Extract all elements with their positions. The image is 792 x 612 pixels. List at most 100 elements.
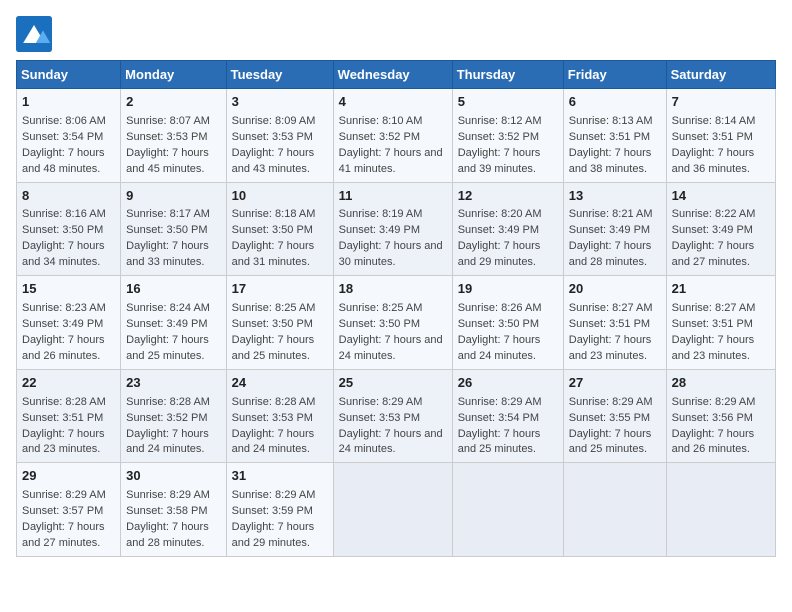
- sunset: Sunset: 3:50 PM: [232, 224, 313, 236]
- sunset: Sunset: 3:53 PM: [232, 412, 313, 424]
- day-number: 30: [126, 467, 220, 486]
- day-number: 31: [232, 467, 328, 486]
- calendar-cell: 24Sunrise: 8:28 AMSunset: 3:53 PMDayligh…: [226, 369, 333, 463]
- calendar-cell: 13Sunrise: 8:21 AMSunset: 3:49 PMDayligh…: [563, 182, 666, 276]
- calendar-cell: 23 Sunrise: 8:28 AM Sunset: 3:52 PM Dayligh…: [121, 369, 226, 463]
- sunset: Sunset: 3:59 PM: [232, 505, 313, 517]
- daylight: Daylight: 7 hours and 33 minutes.: [126, 240, 209, 268]
- sunrise: Sunrise: 8:12 AM: [458, 115, 542, 127]
- daylight: Daylight: 7 hours and 29 minutes.: [232, 521, 315, 549]
- daylight: Daylight: 7 hours and 36 minutes.: [672, 147, 755, 175]
- sunrise: Sunrise: 8:09 AM: [232, 115, 316, 127]
- day-number: 27: [569, 374, 661, 393]
- calendar-cell: 1Sunrise: 8:06 AMSunset: 3:54 PMDaylight…: [17, 89, 121, 183]
- calendar-cell: 17Sunrise: 8:25 AMSunset: 3:50 PMDayligh…: [226, 276, 333, 370]
- day-number: 16: [126, 280, 220, 299]
- calendar-header-tuesday: Tuesday: [226, 61, 333, 89]
- sunrise: Sunrise: 8:20 AM: [458, 208, 542, 220]
- calendar-cell: 14Sunrise: 8:22 AMSunset: 3:49 PMDayligh…: [666, 182, 775, 276]
- sunset: Sunset: 3:51 PM: [672, 131, 753, 143]
- daylight: Daylight: 7 hours and 23 minutes.: [569, 334, 652, 362]
- day-number: 14: [672, 187, 770, 206]
- calendar-cell: 22Sunrise: 8:28 AMSunset: 3:51 PMDayligh…: [17, 369, 121, 463]
- sunrise: Sunrise: 8:28 AM: [126, 396, 210, 408]
- calendar-cell: 29 Sunrise: 8:29 AM Sunset: 3:57 PM Dayligh…: [17, 463, 121, 557]
- sunset: Sunset: 3:50 PM: [22, 224, 103, 236]
- sunset: Sunset: 3:50 PM: [458, 318, 539, 330]
- calendar-week-1: 1Sunrise: 8:06 AMSunset: 3:54 PMDaylight…: [17, 89, 776, 183]
- sunrise: Sunrise: 8:21 AM: [569, 208, 653, 220]
- day-number: 9: [126, 187, 220, 206]
- sunset: Sunset: 3:51 PM: [22, 412, 103, 424]
- daylight: Daylight: 7 hours and 45 minutes.: [126, 147, 209, 175]
- sunrise: Sunrise: 8:25 AM: [339, 302, 423, 314]
- calendar-body: 1Sunrise: 8:06 AMSunset: 3:54 PMDaylight…: [17, 89, 776, 557]
- calendar-cell: 31Sunrise: 8:29 AMSunset: 3:59 PMDayligh…: [226, 463, 333, 557]
- day-number: 3: [232, 93, 328, 112]
- sunset: Sunset: 3:49 PM: [339, 224, 420, 236]
- sunset: Sunset: 3:53 PM: [126, 131, 207, 143]
- sunrise: Sunrise: 8:29 AM: [672, 396, 756, 408]
- sunset: Sunset: 3:55 PM: [569, 412, 650, 424]
- calendar-cell: 8Sunrise: 8:16 AMSunset: 3:50 PMDaylight…: [17, 182, 121, 276]
- day-number: 25: [339, 374, 447, 393]
- daylight: Daylight: 7 hours and 43 minutes.: [232, 147, 315, 175]
- calendar-cell: 4Sunrise: 8:10 AMSunset: 3:52 PMDaylight…: [333, 89, 452, 183]
- sunrise: Sunrise: 8:22 AM: [672, 208, 756, 220]
- sunset: Sunset: 3:49 PM: [569, 224, 650, 236]
- day-number: 23: [126, 374, 220, 393]
- sunrise: Sunrise: 8:27 AM: [672, 302, 756, 314]
- day-number: 12: [458, 187, 558, 206]
- sunrise: Sunrise: 8:24 AM: [126, 302, 210, 314]
- daylight: Daylight: 7 hours and 28 minutes.: [126, 521, 209, 549]
- calendar-cell: 25 Sunrise: 8:29 AM Sunset: 3:53 PM Dayligh…: [333, 369, 452, 463]
- day-number: 8: [22, 187, 115, 206]
- daylight: Daylight: 7 hours and 24 minutes.: [126, 428, 209, 456]
- calendar-cell: 20Sunrise: 8:27 AMSunset: 3:51 PMDayligh…: [563, 276, 666, 370]
- logo: [16, 16, 56, 52]
- calendar-cell: 9Sunrise: 8:17 AMSunset: 3:50 PMDaylight…: [121, 182, 226, 276]
- calendar-cell: 27Sunrise: 8:29 AMSunset: 3:55 PMDayligh…: [563, 369, 666, 463]
- daylight: Daylight: 7 hours and 48 minutes.: [22, 147, 105, 175]
- sunrise: Sunrise: 8:19 AM: [339, 208, 423, 220]
- sunrise: Sunrise: 8:29 AM: [22, 489, 106, 501]
- daylight: Daylight: 7 hours and 27 minutes.: [22, 521, 105, 549]
- calendar-week-3: 15Sunrise: 8:23 AMSunset: 3:49 PMDayligh…: [17, 276, 776, 370]
- day-number: 20: [569, 280, 661, 299]
- sunrise: Sunrise: 8:23 AM: [22, 302, 106, 314]
- day-number: 4: [339, 93, 447, 112]
- calendar-cell: [452, 463, 563, 557]
- calendar-table: SundayMondayTuesdayWednesdayThursdayFrid…: [16, 60, 776, 557]
- calendar-cell: 19Sunrise: 8:26 AMSunset: 3:50 PMDayligh…: [452, 276, 563, 370]
- calendar-cell: 12Sunrise: 8:20 AMSunset: 3:49 PMDayligh…: [452, 182, 563, 276]
- calendar-cell: 15Sunrise: 8:23 AMSunset: 3:49 PMDayligh…: [17, 276, 121, 370]
- sunset: Sunset: 3:57 PM: [22, 505, 103, 517]
- day-number: 2: [126, 93, 220, 112]
- day-number: 11: [339, 187, 447, 206]
- calendar-week-2: 8 Sunrise: 8:16 AM Sunset: 3:50 PM Daylight…: [17, 182, 776, 276]
- daylight: Daylight: 7 hours and 24 minutes.: [339, 428, 443, 456]
- daylight: Daylight: 7 hours and 27 minutes.: [672, 240, 755, 268]
- daylight: Daylight: 7 hours and 23 minutes.: [672, 334, 755, 362]
- daylight: Daylight: 7 hours and 24 minutes.: [458, 334, 541, 362]
- day-number: 5: [458, 93, 558, 112]
- daylight: Daylight: 7 hours and 29 minutes.: [458, 240, 541, 268]
- calendar-cell: 10Sunrise: 8:18 AMSunset: 3:50 PMDayligh…: [226, 182, 333, 276]
- sunset: Sunset: 3:50 PM: [126, 224, 207, 236]
- sunset: Sunset: 3:52 PM: [126, 412, 207, 424]
- day-number: 21: [672, 280, 770, 299]
- sunrise: Sunrise: 8:16 AM: [22, 208, 106, 220]
- day-number: 13: [569, 187, 661, 206]
- sunset: Sunset: 3:49 PM: [126, 318, 207, 330]
- daylight: Daylight: 7 hours and 38 minutes.: [569, 147, 652, 175]
- sunset: Sunset: 3:53 PM: [339, 412, 420, 424]
- day-number: 18: [339, 280, 447, 299]
- sunrise: Sunrise: 8:29 AM: [339, 396, 423, 408]
- sunrise: Sunrise: 8:13 AM: [569, 115, 653, 127]
- calendar-cell: 21Sunrise: 8:27 AMSunset: 3:51 PMDayligh…: [666, 276, 775, 370]
- sunrise: Sunrise: 8:25 AM: [232, 302, 316, 314]
- sunset: Sunset: 3:54 PM: [22, 131, 103, 143]
- sunrise: Sunrise: 8:10 AM: [339, 115, 423, 127]
- day-number: 28: [672, 374, 770, 393]
- day-number: 29: [22, 467, 115, 486]
